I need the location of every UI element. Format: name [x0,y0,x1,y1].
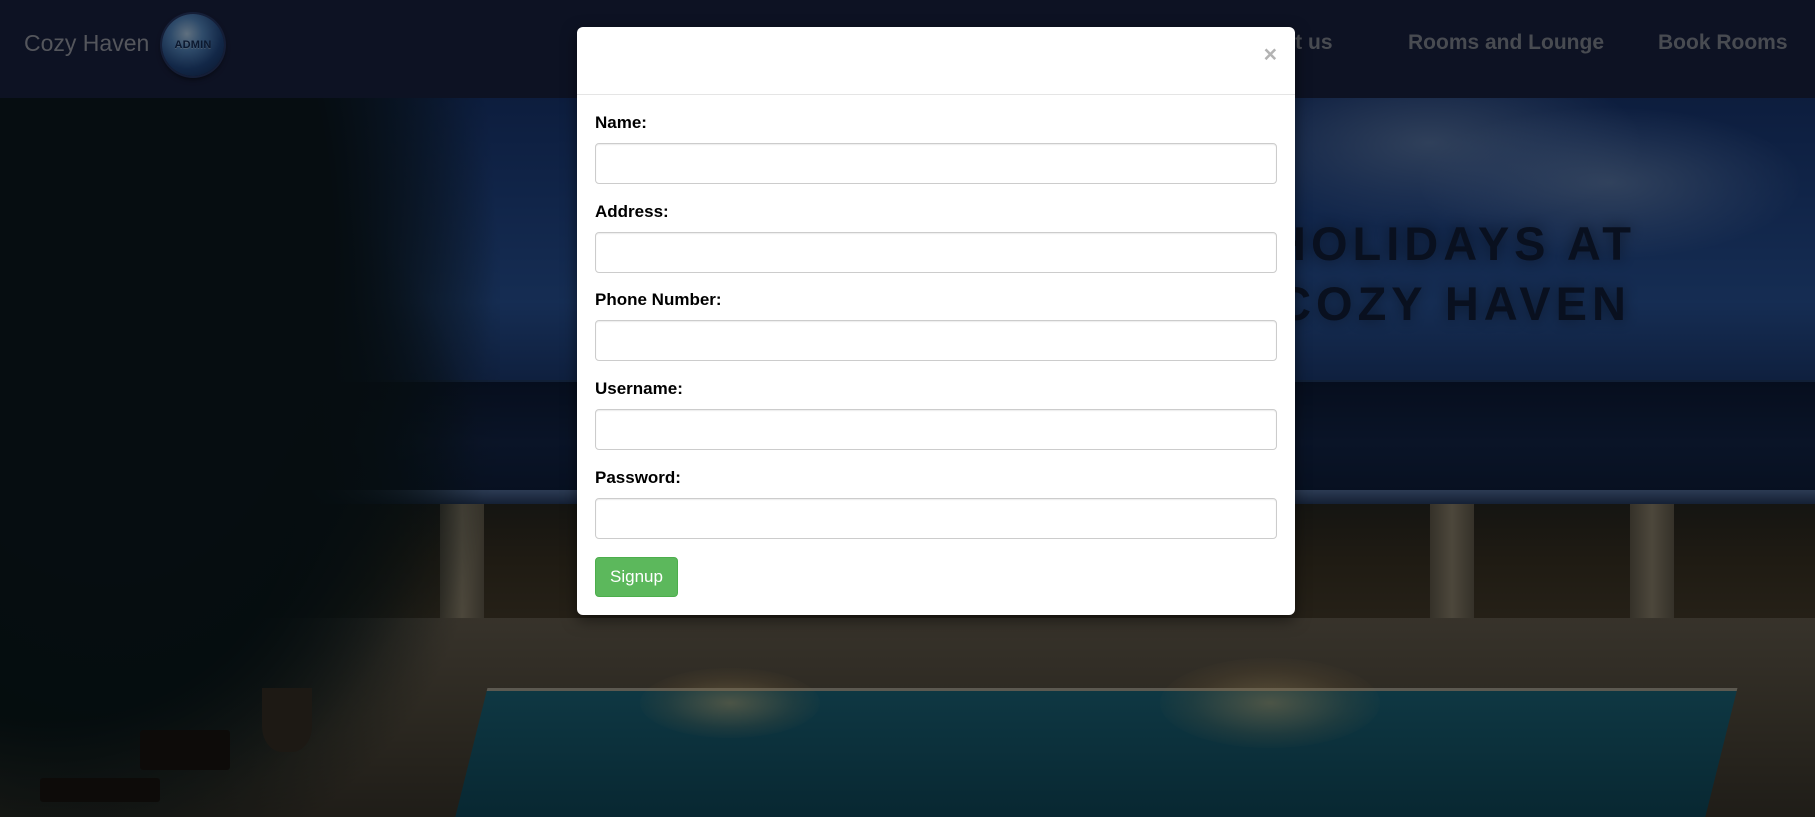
modal-header: × [577,27,1295,95]
address-label: Address: [595,202,669,221]
phone-number-label: Phone Number: [595,290,722,309]
password-field[interactable] [595,498,1277,539]
name-label: Name: [595,113,647,132]
address-field[interactable] [595,232,1277,273]
signup-modal: × Name: Address: Phone Number: Username:… [577,27,1295,615]
name-field[interactable] [595,143,1277,184]
username-field[interactable] [595,409,1277,450]
phone-number-field[interactable] [595,320,1277,361]
signup-button[interactable]: Signup [595,557,678,597]
page: Cozy Haven ADMIN Contact us Rooms and Lo… [0,0,1815,817]
close-icon[interactable]: × [1264,41,1277,67]
password-label: Password: [595,468,681,487]
username-label: Username: [595,379,683,398]
